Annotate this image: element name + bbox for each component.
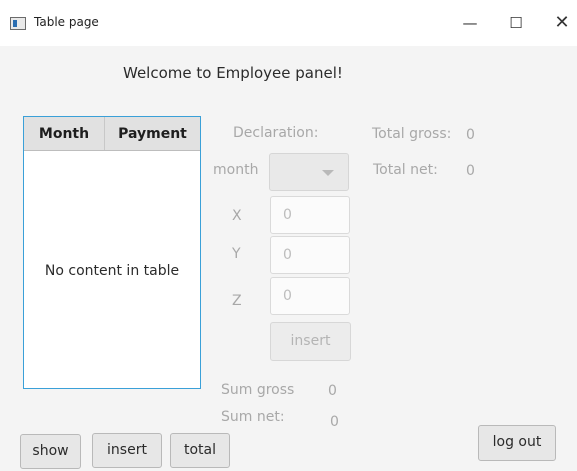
close-button[interactable]: ✕: [542, 8, 577, 38]
x-input[interactable]: 0: [270, 196, 350, 234]
window-title: Table page: [34, 15, 99, 29]
dropdown-arrow-icon: [322, 170, 334, 176]
declaration-label: Declaration:: [233, 125, 319, 141]
month-label: month: [213, 162, 259, 178]
total-button[interactable]: total: [170, 433, 230, 468]
column-header-month[interactable]: Month: [24, 117, 105, 150]
total-gross-value: 0: [466, 127, 475, 143]
logout-button[interactable]: log out: [478, 425, 556, 461]
payments-table[interactable]: Month Payment No content in table: [23, 116, 201, 389]
title-bar: Table page — ☐ ✕: [0, 0, 577, 46]
maximize-button[interactable]: ☐: [496, 8, 536, 38]
column-header-payment[interactable]: Payment: [105, 117, 200, 150]
insert-button[interactable]: insert: [92, 433, 162, 468]
table-header: Month Payment: [24, 117, 200, 151]
z-label: Z: [232, 293, 242, 309]
table-empty-message: No content in table: [44, 263, 180, 279]
y-input[interactable]: 0: [270, 236, 350, 274]
sum-net-value: 0: [330, 414, 339, 430]
z-input[interactable]: 0: [270, 277, 350, 315]
window-app-icon: [10, 17, 26, 30]
show-button[interactable]: show: [20, 434, 81, 469]
minimize-button[interactable]: —: [450, 8, 490, 38]
y-label: Y: [232, 246, 241, 262]
total-net-label: Total net:: [373, 162, 438, 178]
sum-gross-value: 0: [328, 383, 337, 399]
total-gross-label: Total gross:: [372, 126, 452, 142]
month-dropdown[interactable]: [269, 153, 349, 191]
x-label: X: [232, 208, 242, 224]
sum-gross-label: Sum gross: [221, 382, 295, 398]
total-net-value: 0: [466, 163, 475, 179]
welcome-heading: Welcome to Employee panel!: [123, 64, 343, 82]
declaration-insert-button[interactable]: insert: [270, 322, 351, 361]
sum-net-label: Sum net:: [221, 409, 285, 425]
